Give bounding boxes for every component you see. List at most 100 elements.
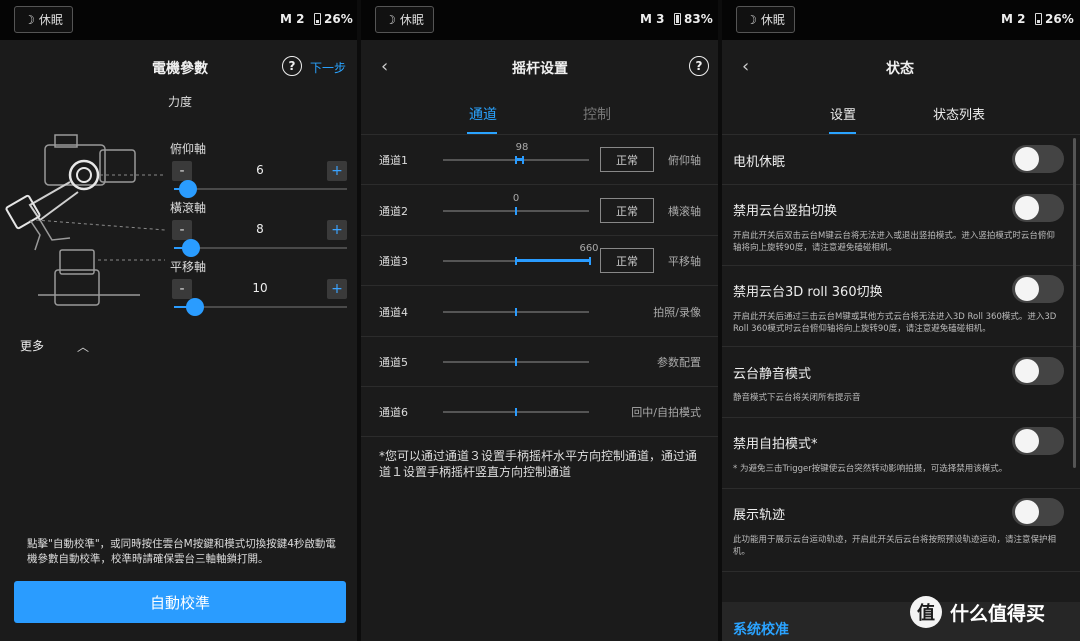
setting-toggle[interactable]	[1012, 498, 1064, 526]
setting-description: 开启此开关后通过三击云台M键或其他方式云台将无法进入3D Roll 360模式。…	[733, 312, 1057, 334]
increase-button[interactable]: +	[327, 220, 347, 240]
scrollbar[interactable]	[1073, 138, 1076, 468]
pan-slider[interactable]	[174, 298, 347, 316]
tab-settings[interactable]: 设置	[830, 104, 856, 123]
page-title: 状态	[886, 61, 914, 77]
tab-status-list[interactable]: 状态列表	[933, 104, 985, 123]
toggle-knob	[1015, 429, 1039, 453]
roll-slider[interactable]	[174, 239, 347, 257]
pitch-slider[interactable]	[174, 180, 347, 198]
axis-name: 橫滾軸	[170, 201, 207, 215]
divider	[361, 386, 718, 387]
channel-function: 参数配置	[657, 356, 701, 369]
battery-icon	[674, 13, 681, 25]
increase-button[interactable]: +	[327, 279, 347, 299]
channel-label: 通道1	[379, 154, 408, 167]
sleep-button[interactable]: ☽ 休眠	[375, 6, 434, 33]
watermark: 值 什么值得买	[910, 596, 1045, 628]
slider-center-mark	[515, 408, 517, 416]
sleep-label: 休眠	[38, 13, 63, 27]
moon-icon: ☽	[385, 12, 396, 27]
channel-function: 俯仰轴	[668, 154, 701, 167]
channel-label: 通道5	[379, 356, 408, 369]
auto-calibrate-button[interactable]: 自動校準	[14, 581, 346, 623]
chevron-up-icon[interactable]: ︿	[77, 338, 89, 355]
setting-row: 电机休眠	[722, 134, 1080, 185]
channel-label: 通道4	[379, 306, 408, 319]
mode-indicator: M 2	[1001, 12, 1026, 26]
slider-thumb[interactable]	[179, 180, 197, 198]
channel-mode-button[interactable]: 正常	[600, 198, 654, 223]
slider-thumb[interactable]	[182, 239, 200, 257]
divider	[722, 571, 1080, 572]
tab-control[interactable]: 控制	[583, 104, 611, 124]
moon-icon: ☽	[746, 12, 757, 27]
increase-button[interactable]: +	[327, 161, 347, 181]
back-icon[interactable]: ‹	[381, 56, 388, 77]
channel-slider	[443, 408, 589, 416]
setting-toggle[interactable]	[1012, 275, 1064, 303]
decrease-button[interactable]: -	[172, 220, 192, 240]
divider	[361, 285, 718, 286]
battery-percent: 26%	[324, 12, 353, 26]
divider	[361, 134, 718, 135]
status-bar: ☽ 休眠 M 2 26%	[0, 0, 357, 40]
back-icon[interactable]: ‹	[742, 56, 749, 77]
axis-pan: 平移軸 - 10 +	[170, 258, 350, 316]
setting-title: 展示轨迹	[733, 508, 786, 523]
setting-title: 电机休眠	[733, 155, 786, 170]
next-step-link[interactable]: 下一步	[310, 59, 346, 76]
more-toggle[interactable]: 更多	[20, 337, 44, 354]
setting-row: 禁用自拍模式* * 为避免三击Trigger按键使云台突然转动影响拍摄，可选择禁用…	[722, 417, 1080, 489]
divider	[361, 235, 718, 236]
axis-value: 6	[256, 163, 264, 177]
toggle-knob	[1015, 500, 1039, 524]
decrease-button[interactable]: -	[172, 161, 192, 181]
setting-title: 禁用云台竖拍切换	[733, 204, 838, 219]
decrease-button[interactable]: -	[172, 279, 192, 299]
tab-channel[interactable]: 通道	[469, 104, 497, 124]
help-icon[interactable]: ?	[689, 56, 709, 76]
gimbal-illustration	[5, 134, 166, 306]
channel-function: 拍照/录像	[653, 306, 701, 319]
channel-function: 横滚轴	[668, 205, 701, 218]
slider-end-mark	[589, 257, 591, 265]
channel-label: 通道2	[379, 205, 408, 218]
axis-name: 俯仰軸	[170, 142, 207, 156]
battery-indicator: 26%	[314, 12, 353, 26]
setting-description: * 为避免三击Trigger按键使云台突然转动影响拍摄，可选择禁用该模式。	[733, 464, 1008, 474]
system-calibration-title[interactable]: 系统校准	[733, 619, 789, 639]
setting-toggle[interactable]	[1012, 427, 1064, 455]
slider-thumb[interactable]	[186, 298, 204, 316]
channel-mode-button[interactable]: 正常	[600, 248, 654, 273]
channel-mode-button[interactable]: 正常	[600, 147, 654, 172]
channel-value: 98	[515, 142, 529, 153]
tab-bar: 通道 控制	[361, 104, 718, 134]
divider	[361, 336, 718, 337]
sleep-button[interactable]: ☽ 休眠	[14, 6, 73, 33]
axis-name: 平移軸	[170, 260, 207, 274]
setting-row: 禁用云台竖拍切换 开启此开关后双击云台M键云台将无法进入或退出竖拍模式。进入竖拍模…	[722, 184, 1080, 266]
help-icon[interactable]: ?	[282, 56, 302, 76]
sleep-button[interactable]: ☽ 休眠	[736, 6, 795, 33]
setting-toggle[interactable]	[1012, 145, 1064, 173]
setting-toggle[interactable]	[1012, 357, 1064, 385]
battery-indicator: 83%	[674, 12, 713, 26]
channel-slider	[443, 156, 589, 164]
force-label: 力度	[168, 95, 193, 109]
battery-icon	[1035, 13, 1042, 25]
battery-percent: 26%	[1045, 12, 1074, 26]
pitch-stepper: - 6 +	[170, 161, 350, 183]
status-panel: ☽ 休眠 M 2 26% ‹ 状态 设置 状态列表 电机休眠 禁用云台竖拍切换 开启…	[722, 0, 1080, 641]
channel-slider	[443, 257, 591, 265]
watermark-logo: 值	[910, 596, 942, 628]
axis-roll: 橫滾軸 - 8 +	[170, 199, 350, 257]
setting-description: 静音模式下云台将关闭所有提示音	[733, 393, 861, 403]
setting-title: 云台静音模式	[733, 367, 812, 382]
setting-row: 云台静音模式静音模式下云台将关闭所有提示音	[722, 346, 1080, 418]
battery-icon	[314, 13, 321, 25]
toggle-knob	[1015, 277, 1039, 301]
setting-row: 禁用云台3D roll 360切换 开启此开关后通过三击云台M键或其他方式云台将无…	[722, 265, 1080, 347]
setting-toggle[interactable]	[1012, 194, 1064, 222]
channel-function: 回中/自拍模式	[631, 406, 701, 419]
